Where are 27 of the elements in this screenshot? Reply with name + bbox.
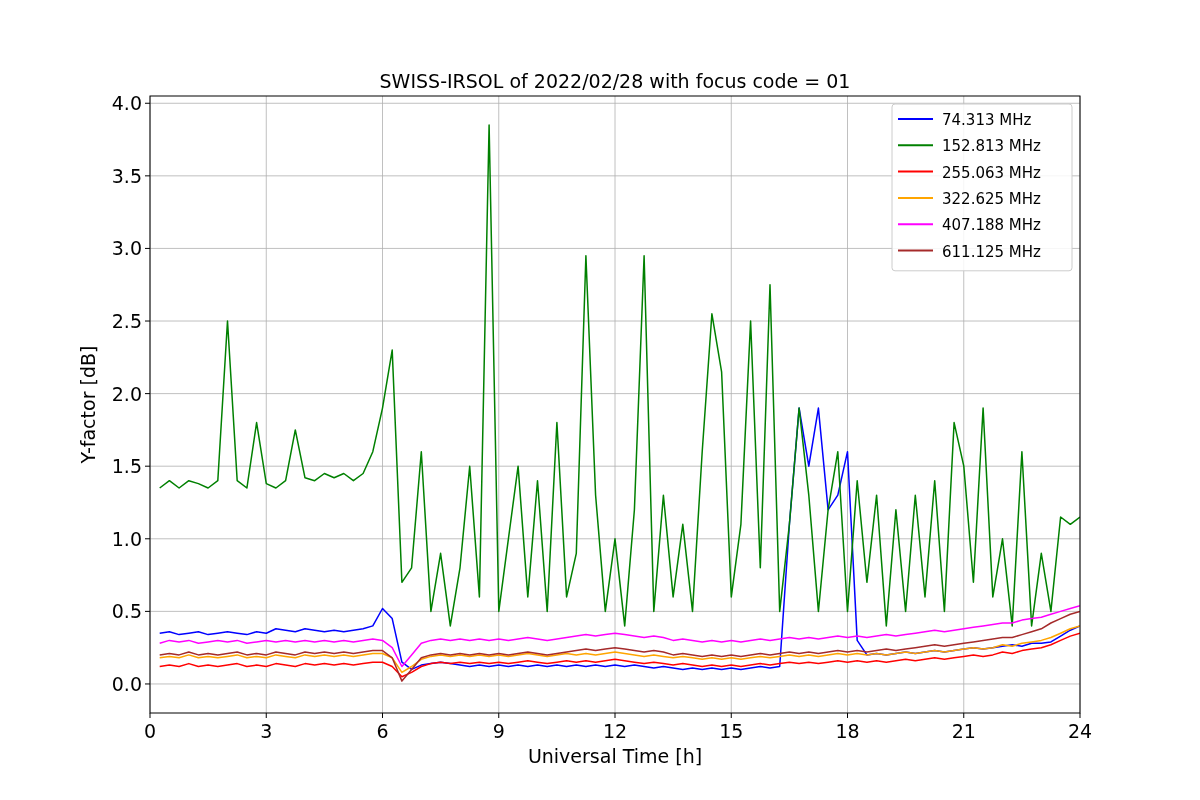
x-tick-label: 6 — [376, 720, 389, 742]
y-tick-label: 2.5 — [111, 310, 142, 332]
y-tick-label: 1.0 — [111, 527, 142, 550]
x-tick-label: 3 — [260, 720, 273, 742]
x-tick-label: 24 — [1067, 720, 1093, 742]
legend-label: 152.813 MHz — [942, 137, 1041, 156]
y-tick-label: 0.5 — [111, 600, 142, 623]
y-tick-label: 3.0 — [111, 237, 142, 260]
y-tick-label: 1.5 — [111, 455, 142, 478]
legend-label: 322.625 MHz — [942, 189, 1041, 208]
legend-label: 255.063 MHz — [942, 163, 1041, 182]
y-tick-label: 2.0 — [111, 382, 142, 405]
x-axis-label: Universal Time [h] — [527, 745, 703, 767]
legend-label: 611.125 MHz — [942, 242, 1041, 261]
legend-label: 74.313 MHz — [942, 111, 1032, 129]
legend-label: 407.188 MHz — [942, 216, 1041, 235]
x-tick-label: 21 — [951, 720, 976, 742]
y-tick-label: 0.0 — [111, 672, 142, 695]
chart-title: SWISS-IRSOL of 2022/02/28 with focus code = 01 — [379, 70, 851, 92]
y-tick-label: 4.0 — [111, 92, 142, 115]
y-axis-label: Y-factor [dB] — [77, 345, 99, 464]
x-tick-label: 18 — [835, 720, 860, 742]
x-tick-label: 9 — [492, 720, 505, 742]
y-tick-label: 3.5 — [111, 164, 142, 187]
x-tick-label: 12 — [602, 720, 628, 742]
x-tick-label: 0 — [143, 720, 157, 742]
x-tick-label: 15 — [719, 720, 744, 742]
